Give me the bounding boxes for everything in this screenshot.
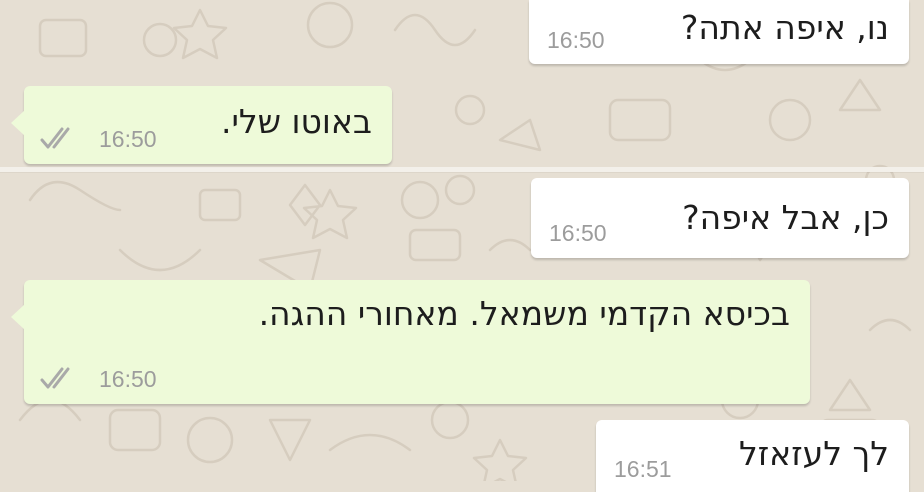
- double-check-icon: [40, 127, 70, 149]
- message-text: לך לעזאזל: [738, 434, 889, 473]
- bubble-tail: [11, 304, 25, 330]
- message-time: 16:50: [549, 220, 607, 246]
- message-bubble-outgoing[interactable]: בכיסא הקדמי משמאל. מאחורי ההגה. 16:50: [11, 280, 810, 404]
- message-text: בכיסא הקדמי משמאל. מאחורי ההגה.: [258, 294, 790, 333]
- message-time: 16:50: [99, 126, 157, 152]
- message-bubble-incoming[interactable]: נו, איפה אתה? 16:50: [529, 0, 909, 64]
- message-time: 16:50: [99, 366, 157, 392]
- message-text: נו, איפה אתה?: [680, 8, 889, 47]
- bubble-tail: [11, 110, 25, 136]
- message-bubble-outgoing[interactable]: באוטו שלי. 16:50: [11, 86, 392, 164]
- message-bubble-incoming[interactable]: כן, אבל איפה? 16:50: [531, 178, 909, 258]
- message-text: באוטו שלי.: [220, 102, 372, 141]
- message-bubble-incoming[interactable]: לך לעזאזל 16:51: [596, 420, 909, 492]
- double-check-icon: [40, 367, 70, 389]
- message-time: 16:50: [547, 27, 605, 53]
- message-text: כן, אבל איפה?: [682, 198, 889, 237]
- screenshot-divider: [0, 167, 924, 172]
- message-time: 16:51: [614, 456, 672, 482]
